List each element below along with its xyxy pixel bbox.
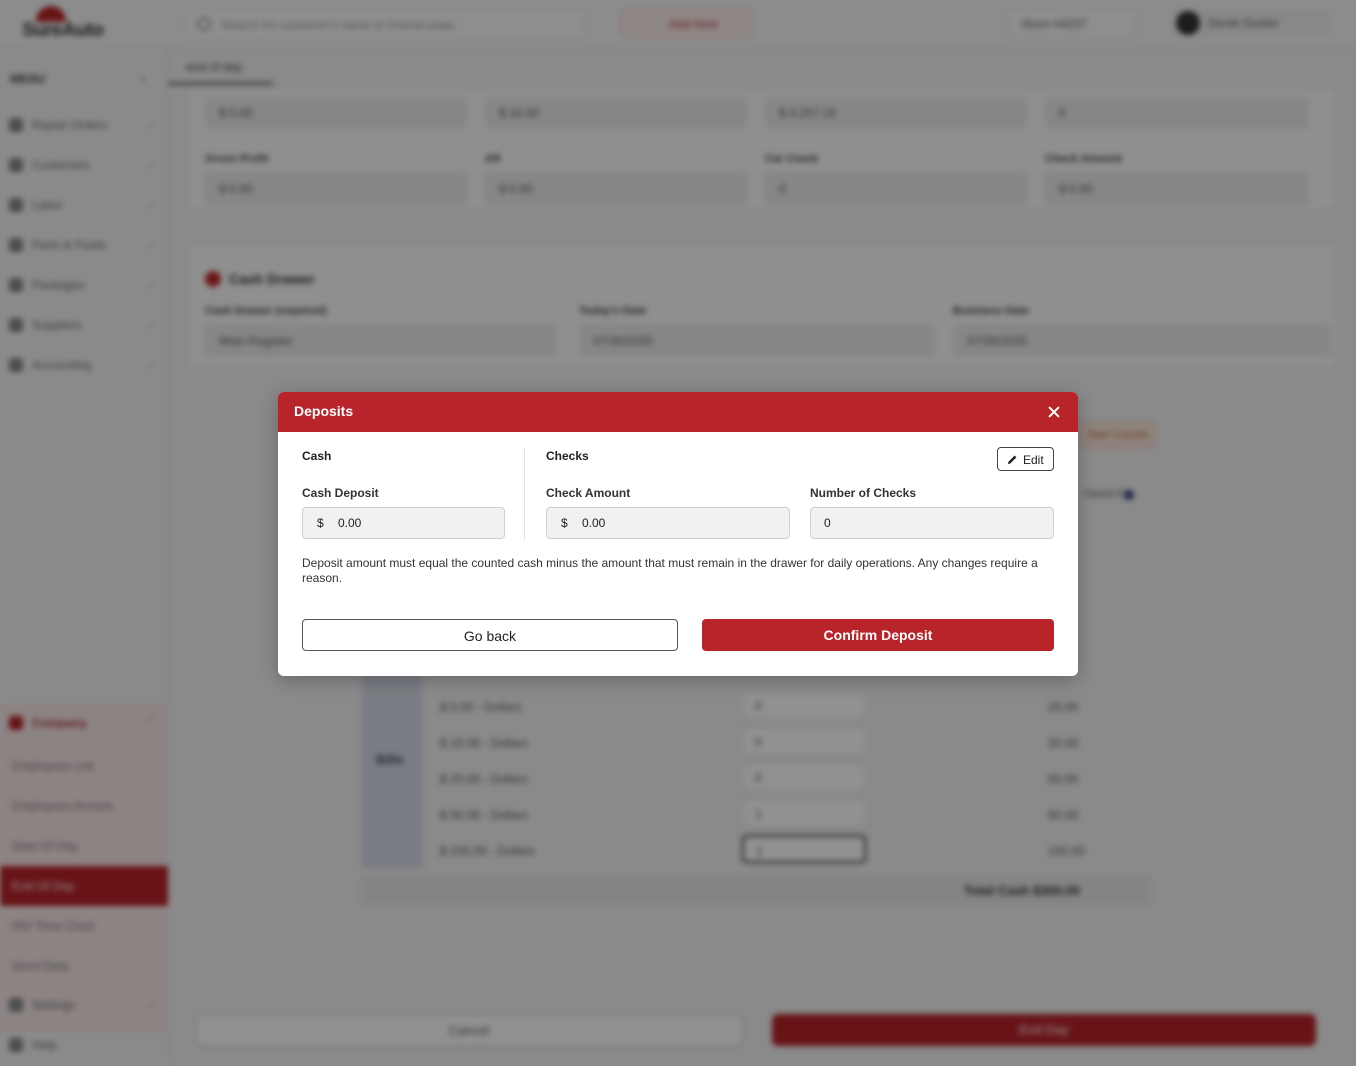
- number-of-checks-label: Number of Checks: [810, 486, 917, 500]
- help-text: Deposit amount must equal the counted ca…: [302, 556, 1038, 585]
- cash-deposit-label: Cash Deposit: [302, 486, 379, 500]
- edit-button[interactable]: Edit: [997, 447, 1054, 471]
- currency-prefix: $: [317, 516, 324, 530]
- confirm-deposit-button[interactable]: Confirm Deposit: [702, 619, 1054, 651]
- check-amount-value: 0.00: [582, 516, 606, 530]
- go-back-button[interactable]: Go back: [302, 619, 678, 651]
- check-amount-input[interactable]: $ 0.00: [546, 507, 790, 539]
- currency-prefix: $: [561, 516, 568, 530]
- divider: [524, 448, 525, 540]
- cash-deposit-input[interactable]: $ 0.00: [302, 507, 505, 539]
- checks-heading: Checks: [546, 449, 589, 463]
- close-icon[interactable]: [1042, 400, 1066, 424]
- cash-heading: Cash: [302, 449, 332, 463]
- check-amount-label: Check Amount: [546, 486, 631, 500]
- modal-header: Deposits: [278, 392, 1078, 432]
- deposits-modal: Deposits Cash Checks Edit Cash Deposit C…: [278, 392, 1078, 676]
- edit-label: Edit: [1023, 453, 1044, 467]
- modal-title: Deposits: [294, 403, 354, 419]
- number-of-checks-input[interactable]: 0: [810, 507, 1054, 539]
- pencil-icon: [1007, 455, 1017, 465]
- cash-deposit-value: 0.00: [338, 516, 362, 530]
- number-of-checks-value: 0: [824, 516, 831, 530]
